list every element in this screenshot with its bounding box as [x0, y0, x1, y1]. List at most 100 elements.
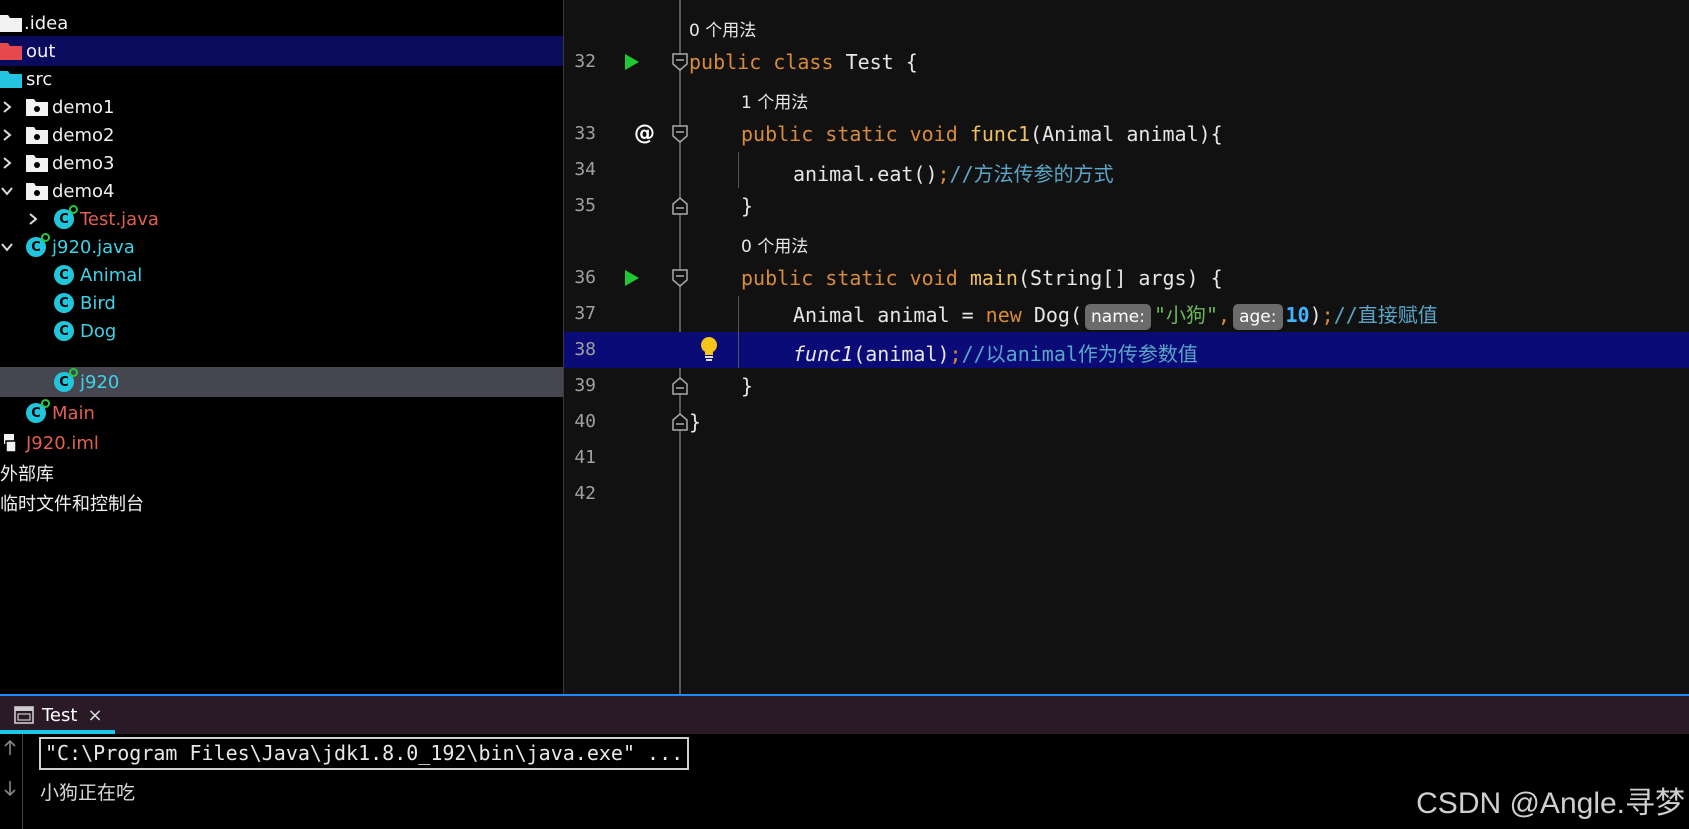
usage-hint-row: 0 个用法: [564, 224, 1689, 260]
chevron-right-icon[interactable]: [0, 128, 14, 142]
close-icon[interactable]: ×: [87, 705, 102, 726]
usage-hint[interactable]: 0 个用法: [689, 16, 756, 41]
console-icon: [14, 706, 34, 724]
line-number: 32: [574, 51, 596, 72]
ide-window: · .idea out src d: [0, 0, 1689, 829]
param-hint-age: age:: [1233, 304, 1283, 330]
param-hint-name: name:: [1085, 304, 1151, 330]
tree-item-demo3[interactable]: demo3: [0, 148, 563, 178]
code-line-34[interactable]: 34 animal.eat();//方法传参的方式: [564, 152, 1689, 188]
project-tree: · .idea out src d: [0, 0, 564, 694]
java-class-icon: C: [54, 265, 78, 287]
java-class-icon: C: [54, 321, 78, 343]
tree-item-dog[interactable]: C Dog: [0, 316, 563, 346]
fold-icon[interactable]: [671, 268, 689, 288]
tree-item-bird[interactable]: C Bird: [0, 288, 563, 318]
usage-hint[interactable]: 1 个用法: [741, 88, 808, 113]
tree-item-out[interactable]: out: [0, 36, 563, 66]
tree-item-demo4[interactable]: demo4: [0, 176, 563, 206]
tree-item-j920[interactable]: C j920: [0, 367, 563, 397]
code-text: public static void main(String[] args) {: [741, 266, 1223, 290]
line-number: 35: [574, 195, 596, 216]
code-text: }: [689, 410, 702, 434]
run-icon[interactable]: [624, 269, 640, 287]
tree-item-main[interactable]: C Main: [0, 398, 563, 428]
fold-icon[interactable]: [671, 52, 689, 72]
package-icon: [26, 152, 50, 174]
line-number: 40: [574, 411, 596, 432]
run-tool-window-header: Test ×: [0, 694, 1689, 734]
java-class-icon: C: [26, 399, 50, 425]
code-line-35[interactable]: 35 }: [564, 188, 1689, 224]
arrow-up-icon[interactable]: [4, 740, 16, 756]
line-number: 42: [574, 483, 596, 504]
java-file-icon: C: [26, 233, 50, 259]
line-number: 39: [574, 375, 596, 396]
usage-hint-row: 0 个用法: [564, 8, 1689, 44]
implementing-method-icon[interactable]: @: [634, 121, 655, 145]
code-text: }: [741, 374, 754, 398]
indent-guide: [738, 152, 739, 188]
line-number: 36: [574, 267, 596, 288]
run-icon[interactable]: [624, 53, 640, 71]
line-number: 38: [574, 339, 596, 360]
indent-guide: [738, 296, 739, 332]
console-output[interactable]: "C:\Program Files\Java\jdk1.8.0_192\bin\…: [0, 734, 1689, 829]
code-line-37[interactable]: 37 Animal animal = new Dog(name: "小狗", age…: [564, 296, 1689, 332]
tree-item-j920-java[interactable]: C j920.java: [0, 232, 563, 262]
tree-item-demo1[interactable]: demo1: [0, 92, 563, 122]
code-text: func1(animal);//以animal作为传参数值: [793, 342, 1198, 366]
run-tab-test[interactable]: Test ×: [0, 696, 115, 734]
fold-end-icon[interactable]: [671, 376, 689, 396]
chevron-right-icon[interactable]: [0, 100, 14, 114]
line-number: 41: [574, 447, 596, 468]
usage-hint[interactable]: 0 个用法: [741, 232, 808, 257]
code-text: animal.eat();//方法传参的方式: [793, 162, 1114, 186]
package-icon: [26, 96, 50, 118]
tree-item-iml[interactable]: J920.iml: [0, 428, 563, 458]
java-class-icon: C: [54, 293, 78, 315]
lightbulb-icon[interactable]: [700, 336, 718, 362]
line-number: 33: [574, 123, 596, 144]
code-text: public class Test {: [689, 50, 918, 74]
chevron-down-icon[interactable]: [0, 184, 14, 198]
java-class-icon: C: [54, 368, 78, 394]
tree-item-scratches[interactable]: 临时文件和控制台: [0, 488, 563, 518]
code-text: }: [741, 194, 754, 218]
chevron-down-icon[interactable]: [0, 240, 14, 254]
java-class-icon: C: [54, 205, 78, 231]
code-line-32[interactable]: 32 public class Test {: [564, 44, 1689, 80]
code-editor[interactable]: 0 个用法 32 public class Test { 1 个用法 33 @ …: [564, 0, 1689, 694]
arrow-down-icon[interactable]: [4, 780, 16, 796]
tree-item-external-libraries[interactable]: 外部库: [0, 458, 563, 488]
command-line-text[interactable]: "C:\Program Files\Java\jdk1.8.0_192\bin\…: [39, 737, 690, 770]
code-line-39[interactable]: 39 }: [564, 368, 1689, 404]
code-line-40[interactable]: 40 }: [564, 404, 1689, 440]
line-number: 34: [574, 159, 596, 180]
fold-end-icon[interactable]: [671, 412, 689, 432]
code-line-36[interactable]: 36 public static void main(String[] args…: [564, 260, 1689, 296]
indent-guide: [738, 332, 739, 368]
chevron-right-icon[interactable]: [0, 156, 14, 170]
console-toolbar: [0, 734, 23, 829]
package-icon: [26, 124, 50, 146]
tree-item-demo2[interactable]: demo2: [0, 120, 563, 150]
tree-item-idea[interactable]: .idea: [0, 8, 563, 38]
tree-item-test-java[interactable]: C Test.java: [0, 204, 563, 234]
tree-item-animal[interactable]: C Animal: [0, 260, 563, 290]
code-line-38-current[interactable]: 38 func1(animal);//以animal作为传参数值: [564, 332, 1689, 368]
code-line-42[interactable]: 42: [564, 476, 1689, 512]
program-output: 小狗正在吃: [40, 782, 136, 804]
folder-icon: [0, 40, 24, 62]
code-line-33[interactable]: 33 @ public static void func1(Animal ani…: [564, 116, 1689, 152]
code-text: public static void func1(Animal animal){: [741, 122, 1223, 146]
code-text: Animal animal = new Dog(name: "小狗", age: 10…: [793, 299, 1438, 330]
chevron-right-icon[interactable]: [26, 212, 40, 226]
module-file-icon: [2, 432, 26, 454]
fold-end-icon[interactable]: [671, 196, 689, 216]
run-tab-label: Test: [42, 704, 78, 726]
fold-icon[interactable]: [671, 124, 689, 144]
code-line-41[interactable]: 41: [564, 440, 1689, 476]
watermark: CSDN @Angle.寻梦: [1416, 787, 1685, 820]
tree-item-src[interactable]: src: [0, 64, 563, 94]
